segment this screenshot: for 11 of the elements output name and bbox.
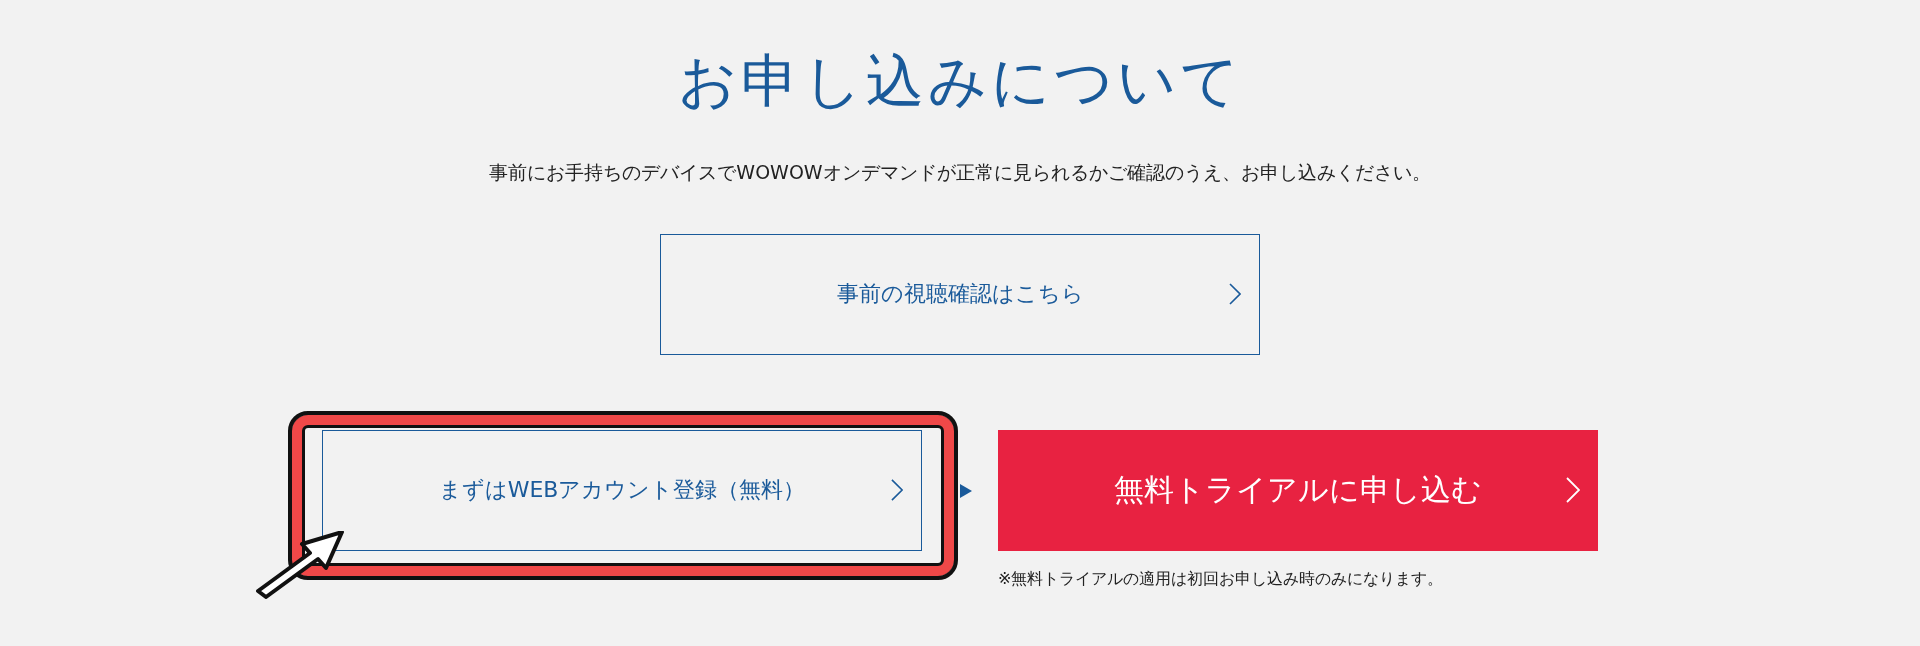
trial-note: ※無料トライアルの適用は初回お申し込み時のみになります。 <box>998 568 1445 590</box>
viewing-check-button[interactable]: 事前の視聴確認はこちら <box>660 233 1260 355</box>
chevron-right-icon <box>1566 477 1580 504</box>
intro-text: 事前にお手持ちのデバイスでWOWOWオンデマンドが正常に見られるかご確認のうえ、お申し込みください。 <box>489 159 1431 185</box>
trial-signup-button[interactable]: 無料トライアルに申し込む <box>998 429 1598 551</box>
cursor-arrow-icon <box>254 530 346 599</box>
section-title: お申し込みについて <box>677 50 1243 114</box>
chevron-right-icon <box>891 479 903 502</box>
chevron-right-icon <box>1229 283 1241 306</box>
triangle-right-icon <box>960 483 972 498</box>
account-register-button[interactable]: まずはWEBアカウント登録（無料） <box>322 429 922 551</box>
